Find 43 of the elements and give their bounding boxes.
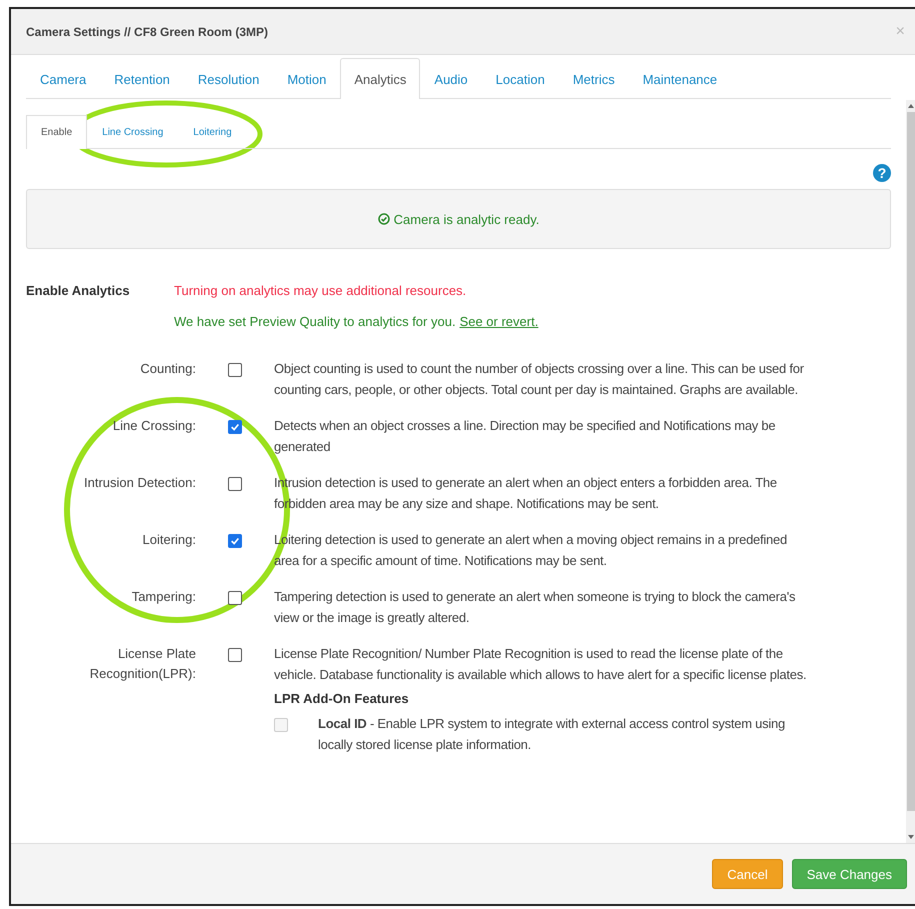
checkbox[interactable]	[228, 534, 242, 548]
feature-description: Detects when an object crosses a line. Direction may be specified and Notifications may be generated	[274, 417, 776, 456]
check-circle-icon	[378, 213, 390, 225]
alert-text: Camera is analytic ready.	[394, 212, 540, 226]
warning-text: Turning on analytics may use additional resources.	[174, 283, 468, 298]
footer-button[interactable]: Cancel	[712, 859, 783, 889]
checkbox[interactable]	[228, 363, 242, 377]
window-title: Camera Settings // CF8 Green Room (3MP)	[26, 24, 268, 38]
section-label: Enable Analytics	[26, 283, 131, 300]
tab[interactable]: Retention	[100, 58, 184, 99]
tab[interactable]: Maintenance	[628, 58, 732, 99]
tab[interactable]: Motion	[273, 58, 340, 99]
tab[interactable]: Resolution	[184, 58, 274, 99]
feature-description: License Plate Recognition/ Number Plate Recognition is used to read the license plate of the vehicle. Database functionality is available which allows to have alert for a specific license plates.	[274, 645, 808, 684]
revert-link[interactable]: See or revert.	[460, 314, 538, 329]
tab[interactable]: Metrics	[558, 58, 629, 99]
footer-button[interactable]: Save Changes	[792, 859, 907, 889]
checkbox[interactable]	[228, 420, 242, 434]
tab[interactable]: Audio	[420, 58, 482, 99]
feature-label: Loitering:	[142, 531, 196, 549]
checkbox[interactable]	[228, 477, 242, 491]
feature-label: License Plate Recognition(LPR):	[88, 645, 196, 683]
subtab[interactable]: Enable	[26, 115, 88, 149]
feature-label: Line Crossing:	[112, 417, 196, 435]
notice-text: We have set Preview Quality to analytics for you.	[174, 314, 456, 329]
feature-description: Tampering detection is used to generate an alert when someone is trying to block the camera's view or the image is greatly altered.	[274, 588, 796, 627]
feature-label: Counting:	[139, 360, 196, 378]
tab[interactable]: Camera	[26, 58, 100, 99]
checkbox[interactable]	[228, 648, 242, 662]
help-icon[interactable]: ?	[873, 164, 891, 182]
tab[interactable]: Analytics	[340, 58, 420, 99]
scrollbar[interactable]	[906, 100, 915, 843]
addon-heading: LPR Add-On Features	[274, 691, 410, 706]
feature-label: Intrusion Detection:	[82, 474, 196, 492]
checkbox[interactable]	[228, 591, 242, 605]
feature-label: Tampering:	[130, 588, 196, 606]
checkmark-icon	[230, 536, 240, 546]
feature-description: Object counting is used to count the number of objects crossing over a line. This can be used for counting cars, people, or other objects. Total count per day is maintained. Graphs are available.	[274, 360, 805, 399]
tab[interactable]: Location	[482, 58, 559, 99]
addon-description: Local ID - Enable LPR system to integrate with external access control system using locally stored license plate information.	[318, 715, 786, 754]
subtab[interactable]: Line Crossing	[87, 115, 178, 149]
checkmark-icon	[230, 422, 240, 432]
subtab[interactable]: Loitering	[178, 115, 247, 149]
